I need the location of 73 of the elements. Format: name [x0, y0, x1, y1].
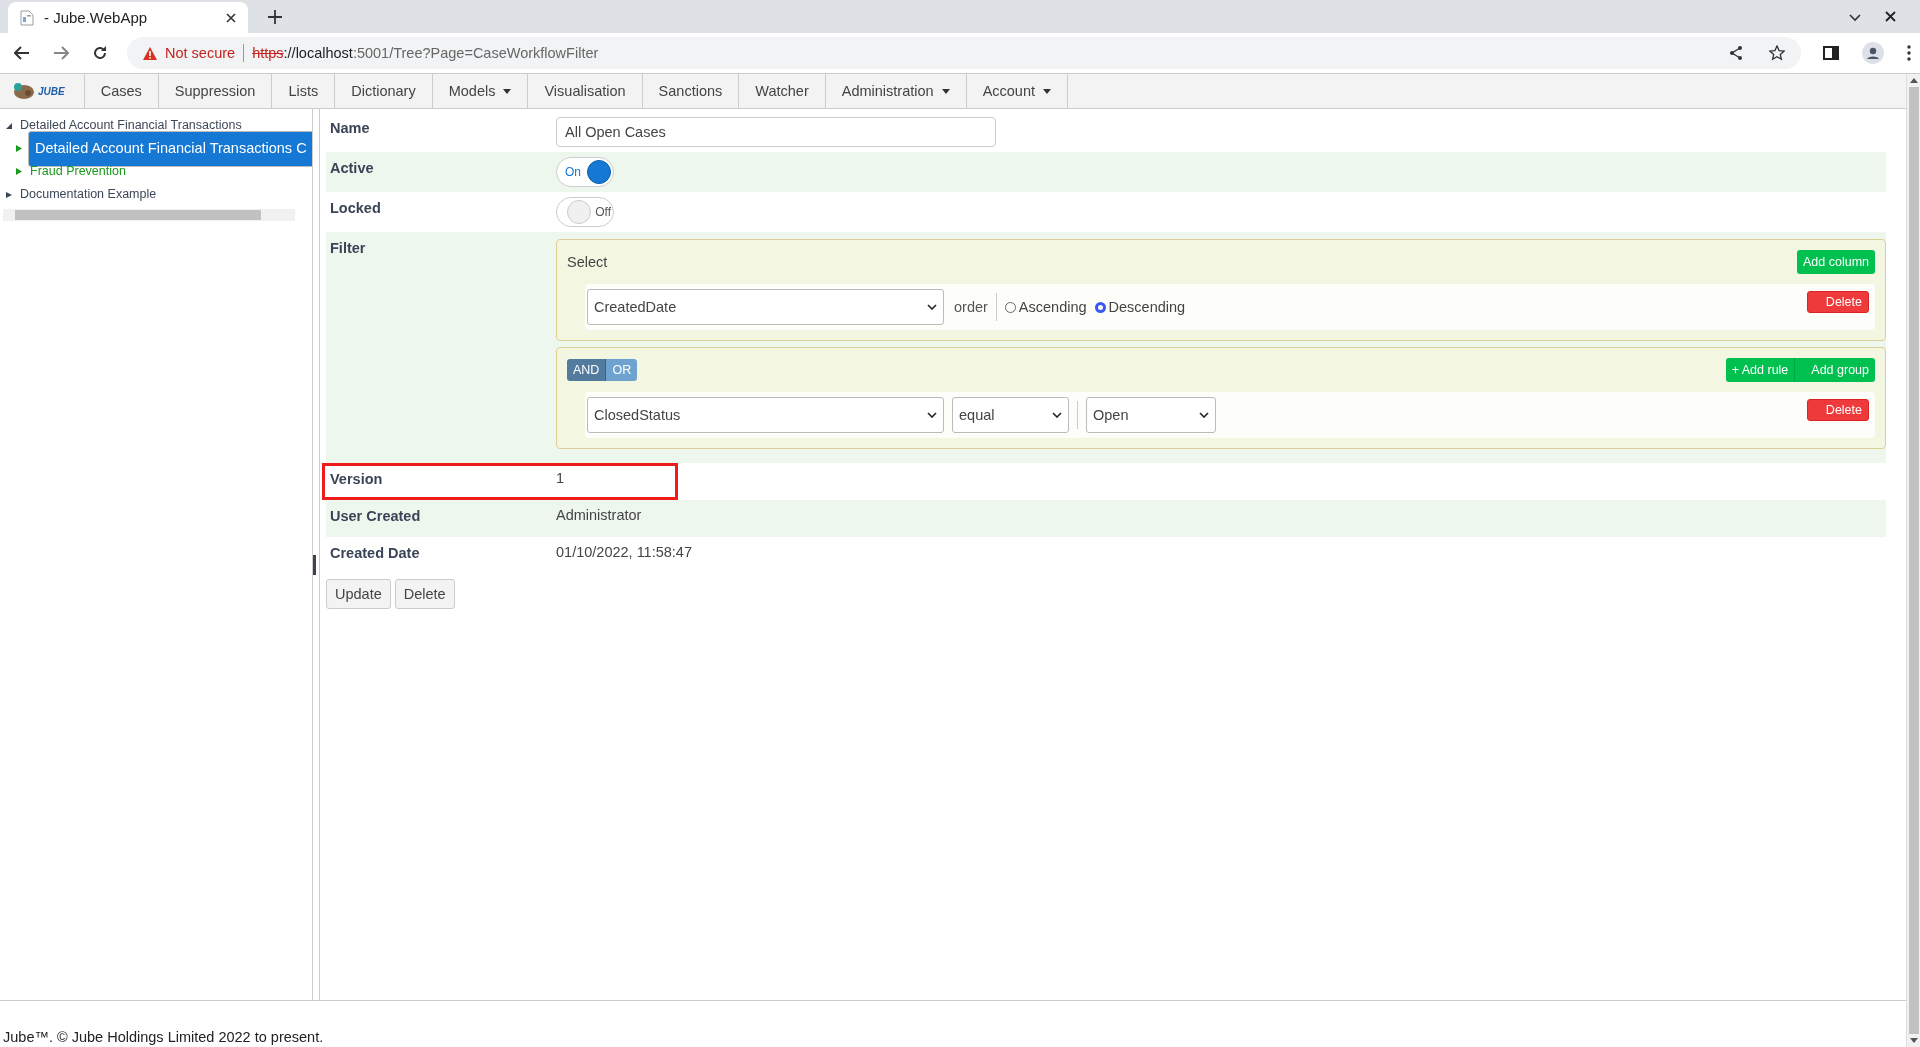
- nav-menu-item[interactable]: Account: [966, 74, 1069, 108]
- field-value: Administrator: [556, 506, 642, 523]
- reload-icon[interactable]: [92, 45, 108, 61]
- operator-dropdown[interactable]: equal: [952, 397, 1069, 433]
- menu-icon[interactable]: [1907, 45, 1911, 61]
- sort-radio-option[interactable]: Ascending: [1004, 299, 1087, 315]
- column-dropdown[interactable]: CreatedDate: [587, 289, 944, 325]
- form-button[interactable]: Delete: [394, 579, 455, 609]
- tree-item[interactable]: Documentation Example: [18, 185, 159, 204]
- caret-icon: [927, 304, 937, 310]
- caret-icon: [1199, 412, 1209, 418]
- collapsed-arrow-icon[interactable]: [6, 191, 12, 198]
- footer-text: Jube™. © Jube Holdings Limited 2022 to present.: [3, 1029, 324, 1045]
- field-label: Version: [329, 470, 384, 487]
- url-text: https://localhost:5001/Tree?Page=CaseWorkflowFilter: [252, 45, 599, 61]
- close-icon[interactable]: [226, 12, 236, 23]
- forward-icon[interactable]: [53, 46, 69, 60]
- field-label: Filter: [329, 239, 367, 256]
- nav-menu-item[interactable]: Lists: [272, 74, 336, 108]
- nav-menu-item[interactable]: Suppression: [158, 74, 273, 108]
- horizontal-scrollbar[interactable]: [3, 209, 295, 221]
- back-icon[interactable]: [14, 46, 30, 60]
- name-input[interactable]: All Open Cases: [556, 117, 996, 147]
- sort-radio-option[interactable]: Descending: [1094, 299, 1186, 315]
- document-icon: [20, 9, 34, 26]
- nav-menu-item[interactable]: Administration: [825, 74, 967, 108]
- caret-icon: [927, 412, 937, 418]
- tree-item[interactable]: Detailed Account Financial Transactions C: [28, 130, 312, 167]
- delete-button[interactable]: Delete: [1806, 291, 1869, 313]
- field-dropdown[interactable]: ClosedStatus: [587, 397, 944, 433]
- warning-icon: [143, 46, 157, 60]
- caret-icon: [1043, 88, 1052, 94]
- close-icon[interactable]: [1885, 11, 1896, 22]
- order-label: order: [954, 299, 988, 315]
- field-value: 1: [556, 469, 565, 486]
- field-label: Created Date: [329, 544, 421, 561]
- chevron-down-icon[interactable]: [1849, 14, 1861, 22]
- address-bar[interactable]: Not secure https://localhost:5001/Tree?Page=CaseWorkflowFilter: [127, 37, 1801, 69]
- browser-tab[interactable]: - Jube.WebApp: [8, 2, 248, 33]
- security-status: Not secure: [165, 45, 236, 61]
- nav-menu-item[interactable]: Sanctions: [642, 74, 740, 108]
- side-panel-icon[interactable]: [1823, 46, 1839, 60]
- new-tab-icon[interactable]: [268, 10, 282, 24]
- caret-icon: [941, 88, 950, 94]
- scroll-up-icon[interactable]: [1909, 78, 1918, 83]
- animal-icon: [12, 81, 36, 101]
- group-title: Select: [567, 254, 608, 270]
- value-dropdown[interactable]: Open: [1086, 397, 1216, 433]
- nav-menu-item[interactable]: Watcher: [739, 74, 826, 108]
- caret-icon: [1052, 412, 1062, 418]
- nav-menu-item[interactable]: Visualisation: [528, 74, 643, 108]
- nav-menu-item[interactable]: Models: [432, 74, 529, 108]
- form-button[interactable]: Update: [326, 579, 391, 609]
- field-label: User Created: [329, 507, 422, 524]
- field-label: Locked: [329, 199, 382, 216]
- profile-icon[interactable]: [1862, 42, 1884, 64]
- field-label: Active: [329, 159, 375, 176]
- vertical-scrollbar[interactable]: [1906, 74, 1920, 1047]
- logo[interactable]: JUBE: [0, 74, 85, 108]
- nav-menu-item[interactable]: Cases: [84, 74, 159, 108]
- expanded-arrow-icon[interactable]: [6, 122, 12, 129]
- condition-toggle[interactable]: AND: [567, 359, 607, 381]
- field-value: 01/10/2022, 11:58:47: [556, 543, 692, 560]
- caret-icon: [503, 88, 512, 94]
- toggle-switch[interactable]: On: [556, 157, 614, 187]
- toggle-switch[interactable]: Off: [556, 197, 614, 227]
- share-icon[interactable]: [1729, 45, 1743, 61]
- star-icon[interactable]: [1769, 45, 1785, 61]
- delete-button[interactable]: Delete: [1806, 399, 1869, 421]
- tab-title: - Jube.WebApp: [44, 9, 149, 26]
- scroll-down-icon[interactable]: [1909, 1038, 1918, 1043]
- field-label: Name: [329, 119, 371, 136]
- nav-menu-item[interactable]: Dictionary: [335, 74, 433, 108]
